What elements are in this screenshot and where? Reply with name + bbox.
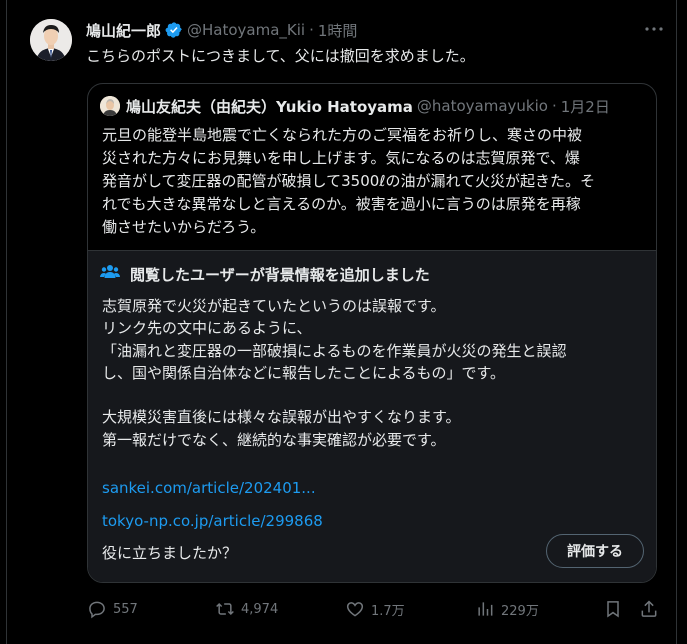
- note-link-tokyo-np[interactable]: tokyo-np.co.jp/article/299868: [102, 510, 323, 532]
- note-line: 志賀原発で火災が起きていたというのは誤報です。: [102, 297, 446, 315]
- note-line: 「油漏れと変圧器の一部破損によるものを作業員が火災の発生と誤認: [102, 341, 567, 360]
- note-link-sankei[interactable]: sankei.com/article/202401...: [102, 477, 323, 499]
- quoted-time: 1月2日: [560, 97, 610, 116]
- community-note: 閲覧したユーザーが背景情報を追加しました 志賀原発で火災が起きていたというのは誤…: [88, 250, 656, 582]
- community-note-icon: [100, 263, 130, 285]
- author-avatar[interactable]: [30, 19, 72, 61]
- community-note-body: 志賀原発で火災が起きていたというのは誤報です。 リンク先の文中にあるように、 「…: [102, 295, 642, 451]
- reply-button[interactable]: 557: [87, 597, 138, 621]
- verified-badge-icon: [165, 21, 183, 39]
- author-handle[interactable]: @Hatoyama_Kii: [187, 21, 305, 39]
- quoted-post[interactable]: 鳩山友紀夫（由紀夫）Yukio Hatoyama @hatoyamayukio …: [87, 83, 657, 583]
- like-icon: [346, 602, 364, 617]
- quoted-text-line: れでも大きな異常なしと言えるのか。被害を過小に言うのは原発を再稼: [102, 195, 581, 213]
- views-count: 229万: [501, 603, 539, 619]
- note-line: し、国や関係自治体などに報告したことによるもの」です。: [102, 363, 506, 382]
- note-line: [102, 384, 642, 406]
- note-line: 大規模災害直後には様々な誤報が出やすくなります。: [102, 408, 461, 427]
- community-note-header: 閲覧したユーザーが背景情報を追加しました: [100, 263, 430, 285]
- quoted-text-line: 災された方々にお見舞いを申し上げます。気になるのは志賀原発で、爆: [102, 149, 580, 167]
- more-icon[interactable]: [645, 22, 663, 36]
- views-icon: [478, 602, 493, 616]
- quoted-text-line: 発音がして変圧器の配管が破損して3500ℓの油が漏れて火災が起きた。そ: [102, 172, 596, 190]
- separator-dot: ·: [309, 21, 314, 39]
- rate-button[interactable]: 評価する: [546, 534, 644, 568]
- bookmark-icon: [607, 601, 619, 618]
- author-name[interactable]: 鳩山紀一郎: [86, 20, 161, 41]
- reply-count: 557: [113, 601, 138, 617]
- note-links: sankei.com/article/202401... tokyo-np.co…: [102, 477, 323, 543]
- share-icon: [641, 600, 657, 617]
- reply-icon: [89, 601, 105, 619]
- repost-count: 4,974: [241, 601, 279, 617]
- quoted-avatar: [100, 96, 120, 116]
- community-note-title: 閲覧したユーザーが背景情報を追加しました: [130, 265, 430, 284]
- note-line: 第一報だけでなく、継続的な事実確認が必要です。: [102, 430, 446, 449]
- share-button[interactable]: [639, 597, 665, 621]
- note-line: リンク先の文中にあるように、: [102, 319, 312, 338]
- action-bar: 557 4,974 1.7万 229万: [87, 597, 662, 621]
- quoted-text: 元旦の能登半島地震で亡くなられた方のご冥福をお祈りし、寒さの中被 災された方々に…: [102, 124, 644, 239]
- bookmark-button[interactable]: [603, 597, 629, 621]
- separator-dot: ·: [551, 97, 557, 115]
- quoted-text-line: 働させたいからだろう。: [102, 218, 266, 236]
- quoted-author-handle: @hatoyamayukio: [416, 97, 548, 115]
- like-button[interactable]: 1.7万: [345, 597, 405, 621]
- views-button[interactable]: 229万: [475, 597, 539, 621]
- post-header: 鳩山紀一郎 @Hatoyama_Kii · 1時間: [86, 19, 647, 41]
- post-time[interactable]: 1時間: [318, 20, 358, 41]
- post-text: こちらのポストにつきまして、父には撤回を求めました。: [86, 47, 475, 65]
- quoted-author-name: 鳩山友紀夫（由紀夫）Yukio Hatoyama: [126, 97, 413, 116]
- repost-button[interactable]: 4,974: [215, 597, 278, 621]
- like-count: 1.7万: [371, 603, 405, 619]
- helpful-question: 役に立ちましたか？: [102, 544, 238, 562]
- quoted-text-line: 元旦の能登半島地震で亡くなられた方のご冥福をお祈りし、寒さの中被: [102, 126, 583, 144]
- repost-icon: [216, 602, 234, 616]
- quoted-header: 鳩山友紀夫（由紀夫）Yukio Hatoyama @hatoyamayukio …: [100, 96, 644, 116]
